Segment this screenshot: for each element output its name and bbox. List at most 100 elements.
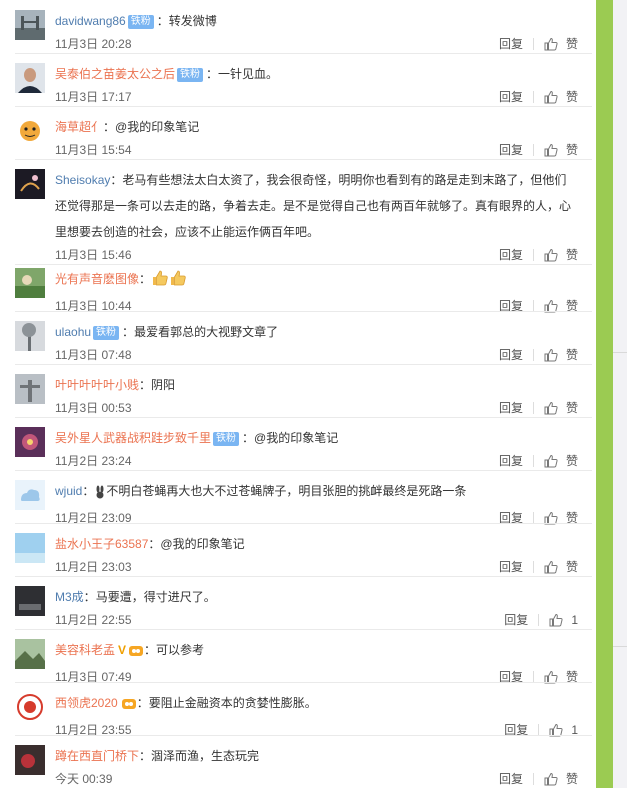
thumbs-up-icon xyxy=(544,772,562,786)
user-avatar[interactable] xyxy=(15,480,45,510)
like-label: 赞 xyxy=(565,299,578,313)
like-button[interactable]: 赞 xyxy=(544,34,578,54)
username-link[interactable]: 光有声音麽图像 xyxy=(55,272,139,286)
like-button[interactable]: 赞 xyxy=(544,245,578,265)
thumbs-up-emoji-icon xyxy=(151,269,169,296)
comment-line: ulaohu 铁粉 ：最爱看郭总的大视野文章了 xyxy=(55,319,592,345)
like-button[interactable]: 1 xyxy=(549,610,578,630)
timestamp: 11月3日 00:53 xyxy=(55,401,132,415)
like-button[interactable]: 赞 xyxy=(544,398,578,418)
like-button[interactable]: 赞 xyxy=(544,667,578,687)
username-link[interactable]: 蹲在西直门桥下 xyxy=(55,749,139,763)
like-button[interactable]: 赞 xyxy=(544,87,578,107)
divider xyxy=(532,349,534,361)
reply-button[interactable]: 回复 xyxy=(499,245,523,265)
reply-button[interactable]: 回复 xyxy=(499,345,523,365)
user-avatar[interactable] xyxy=(15,533,45,563)
reply-button[interactable]: 回复 xyxy=(499,296,523,316)
user-avatar[interactable] xyxy=(15,745,45,775)
user-avatar[interactable] xyxy=(15,268,45,298)
comment-body: davidwang86 铁粉 ：转发微博 11月3日 20:28 回复 赞 xyxy=(55,8,592,54)
username-link[interactable]: 海草超亻 xyxy=(55,120,103,134)
username-link[interactable]: davidwang86 xyxy=(55,14,126,28)
comment-text: @我的印象笔记 xyxy=(115,120,200,134)
username-link[interactable]: 西领虎2020 xyxy=(55,696,118,710)
username-link[interactable]: Sheisokay xyxy=(55,173,110,187)
reply-button[interactable]: 回复 xyxy=(499,87,523,107)
user-avatar[interactable] xyxy=(15,63,45,93)
reply-button[interactable]: 回复 xyxy=(504,720,528,740)
username-link[interactable]: 吴泰伯之苗姜太公之后 xyxy=(55,67,175,81)
comment-actions: 回复 赞 xyxy=(499,345,578,365)
fan-badge: 铁粉 xyxy=(177,68,204,82)
comment-text: 马要遭，得寸进尺了。 xyxy=(95,590,216,604)
username-link[interactable]: 叶叶叶叶叶小贱 xyxy=(55,378,139,392)
username-link[interactable]: 美容科老孟 xyxy=(55,643,115,657)
user-avatar[interactable] xyxy=(15,639,45,669)
reply-button[interactable]: 回复 xyxy=(499,398,523,418)
user-avatar[interactable] xyxy=(15,374,45,404)
user-avatar[interactable] xyxy=(15,116,45,146)
comment-meta: 11月3日 15:54 回复 赞 xyxy=(55,140,592,160)
reply-button[interactable]: 回复 xyxy=(499,557,523,577)
scrollbar-track[interactable] xyxy=(596,0,613,788)
user-avatar[interactable] xyxy=(15,169,45,199)
like-label: 赞 xyxy=(565,401,578,415)
comment-meta: 11月3日 20:28 回复 赞 xyxy=(55,34,592,54)
comment-separator xyxy=(15,311,592,312)
reply-button[interactable]: 回复 xyxy=(499,34,523,54)
user-avatar[interactable] xyxy=(15,586,45,616)
reply-button[interactable]: 回复 xyxy=(504,610,528,630)
comment-item: 海草超亻：@我的印象笔记 11月3日 15:54 回复 赞 xyxy=(15,114,592,160)
comment-text: 不明白苍蝇再大也大不过苍蝇牌子，明目张胆的挑衅最终是死路一条 xyxy=(106,484,467,498)
username-link[interactable]: ulaohu xyxy=(55,325,91,339)
comment-actions: 回复 赞 xyxy=(499,87,578,107)
reply-button[interactable]: 回复 xyxy=(499,667,523,687)
reply-button[interactable]: 回复 xyxy=(499,451,523,471)
reply-button[interactable]: 回复 xyxy=(499,140,523,160)
colon: ： xyxy=(242,431,255,445)
comment-meta: 11月2日 23:09 回复赞 xyxy=(55,508,592,528)
username-link[interactable]: M3成 xyxy=(55,590,84,604)
comment-meta: 11月3日 17:17 回复 赞 xyxy=(55,87,592,107)
like-button[interactable]: 赞 xyxy=(544,769,578,788)
username-link[interactable]: wjuid xyxy=(55,484,82,498)
like-label: 赞 xyxy=(565,348,578,362)
user-avatar[interactable] xyxy=(15,427,45,457)
colon: ： xyxy=(103,120,116,134)
timestamp: 11月3日 20:28 xyxy=(55,37,132,51)
timestamp: 11月3日 15:46 xyxy=(55,248,132,262)
timestamp: 11月3日 15:54 xyxy=(55,143,132,157)
like-button[interactable]: 赞 xyxy=(544,345,578,365)
comment-body: 吴外星人武器战积跬步致千里 铁粉 ：@我的印象笔记 11月2日 23:24 回复 赞 xyxy=(55,425,592,471)
like-button[interactable]: 赞 xyxy=(544,451,578,471)
divider xyxy=(532,402,534,414)
divider xyxy=(538,614,540,626)
divider xyxy=(532,455,534,467)
like-button[interactable]: 赞 xyxy=(544,557,578,577)
like-button[interactable]: 赞 xyxy=(544,296,578,316)
user-avatar[interactable] xyxy=(15,692,45,722)
comment-item: wjuid： 不明白苍蝇再大也大不过苍蝇牌子，明目张胆的挑衅最终是死路一条 11月2… xyxy=(15,478,592,525)
like-button[interactable]: 1 xyxy=(549,720,578,740)
like-button[interactable]: 赞 xyxy=(544,508,578,528)
user-avatar[interactable] xyxy=(15,10,45,40)
comment-text: 涸泽而渔，生态玩完 xyxy=(151,749,260,763)
divider xyxy=(532,38,534,50)
comment-body: Sheisokay：老马有些想法太白太资了，我会很奇怪，明明你也看到有的路是走到… xyxy=(55,167,592,265)
comment-actions: 回复 赞 xyxy=(499,34,578,54)
user-avatar[interactable] xyxy=(15,321,45,351)
thumbs-up-icon xyxy=(549,613,567,627)
comment-separator xyxy=(15,523,592,524)
username-link[interactable]: 吴外星人武器战积跬步致千里 xyxy=(55,431,211,445)
like-button[interactable]: 赞 xyxy=(544,140,578,160)
comment-actions: 回复 赞 xyxy=(499,140,578,160)
comment-body: 盐水小王子63587：@我的印象笔记 11月2日 23:03 回复 赞 xyxy=(55,531,592,577)
timestamp: 11月2日 23:24 xyxy=(55,454,132,468)
like-label: 赞 xyxy=(565,90,578,104)
username-link[interactable]: 盐水小王子63587 xyxy=(55,537,148,551)
comment-body: 蹲在西直门桥下：涸泽而渔，生态玩完 今天 00:39 回复 赞 xyxy=(55,743,592,788)
reply-button[interactable]: 回复 xyxy=(499,769,523,788)
fan-badge: 铁粉 xyxy=(127,15,154,29)
reply-button[interactable]: 回复 xyxy=(499,508,523,528)
